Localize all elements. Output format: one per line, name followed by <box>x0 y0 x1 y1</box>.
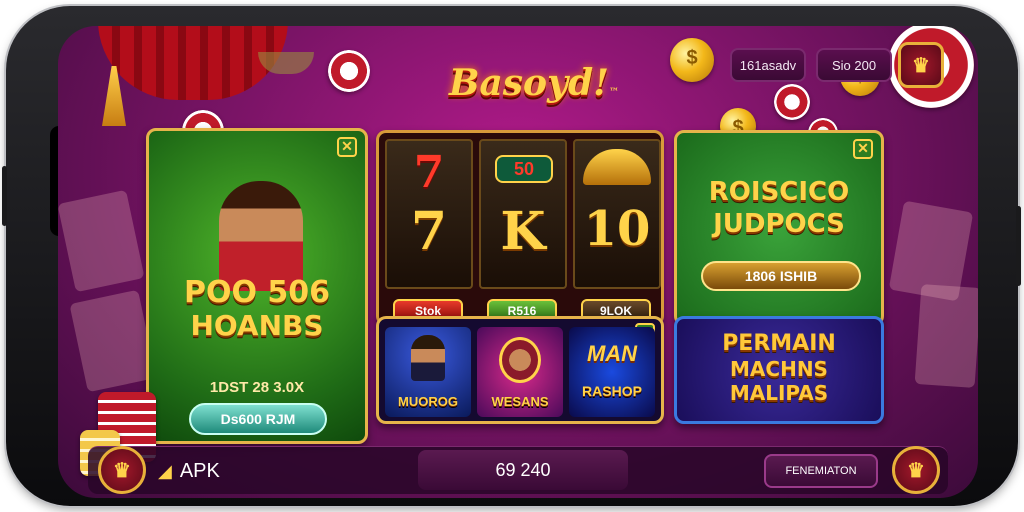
power-button <box>1016 206 1021 286</box>
header-pill-right[interactable]: Sio 200 <box>816 48 892 82</box>
logo-text: Basoyd! <box>449 62 609 104</box>
close-icon[interactable]: ✕ <box>337 137 357 157</box>
reel-symbol: 7 <box>410 201 448 262</box>
reel-2: 50 K <box>479 139 567 289</box>
game-tile-avatar <box>411 335 445 381</box>
game-tile-label: MUOROG <box>398 394 458 409</box>
apk-link[interactable]: ◢ APK <box>158 458 220 484</box>
reel-1: 7 7 <box>385 139 473 289</box>
card-decoration <box>914 284 978 388</box>
reel-3: 10 <box>573 139 661 289</box>
game-tile-avatar <box>499 337 541 383</box>
reel-symbol: 10 <box>583 201 651 257</box>
promo-title-line2: JUDPOCS <box>713 209 845 239</box>
bottom-left-badge-button[interactable]: ♛ <box>98 446 146 494</box>
reel-symbol: 7 <box>413 147 445 198</box>
crown-badge-icon: ♛ <box>907 459 925 482</box>
machines-line1: PERMAIN <box>722 331 836 356</box>
app-logo: Basoyd!™ <box>444 62 624 116</box>
volume-button <box>2 166 7 226</box>
triangle-icon: ◢ <box>158 460 172 481</box>
header-pill-left[interactable]: 161asadv <box>730 48 806 82</box>
bottom-right-badge-button[interactable]: ♛ <box>892 446 940 494</box>
reel-badge-value: 50 <box>513 159 535 179</box>
balance-display[interactable]: 69 240 <box>418 450 628 490</box>
promo-title-line1: ROISCICO <box>708 177 850 207</box>
header-menu-button[interactable]: ♛ <box>898 42 944 88</box>
promo-button[interactable]: 1806 ISHIB <box>701 261 861 291</box>
crown-badge-icon: ♛ <box>113 459 131 482</box>
machines-line2: MACHNS <box>730 357 828 381</box>
trademark-mark: ™ <box>608 87 619 98</box>
close-icon[interactable]: ✕ <box>853 139 873 159</box>
game-tile[interactable]: MAN RASHOP <box>569 327 655 417</box>
balance-value: 69 240 <box>495 459 551 480</box>
game-screen: Basoyd!™ 161asadv Sio 200 ♛ ✕ POO 506 HO… <box>58 26 978 498</box>
featured-card[interactable]: ✕ POO 506 HOANBS 1DST 28 3.0X Ds600 RJM <box>146 128 368 444</box>
bottom-right-button-label: FENEMIATON <box>785 465 857 477</box>
promo-card[interactable]: ✕ ROISCICO JUDPOCS 1806 ISHIB <box>674 130 884 326</box>
game-tile[interactable]: WESANS <box>477 327 563 417</box>
reel-symbol: K <box>500 201 546 262</box>
slot-machine-card[interactable]: ✕ 7 7 50 K 10 Stok R516 9LOK <box>376 130 664 326</box>
header-pill-right-label: Sio 200 <box>831 57 877 73</box>
crown-badge-icon: ♛ <box>912 54 930 77</box>
game-tile-label: RASHOP <box>582 383 642 399</box>
header-pill-left-label: 161asadv <box>739 57 797 73</box>
featured-play-button[interactable]: Ds600 RJM <box>189 403 327 435</box>
featured-play-label: Ds600 RJM <box>220 411 296 427</box>
card-decoration <box>58 189 145 293</box>
machines-line3: MALIPAS <box>729 381 829 405</box>
phone-frame: Basoyd!™ 161asadv Sio 200 ♛ ✕ POO 506 HO… <box>2 6 1021 506</box>
game-tile[interactable]: MUOROG <box>385 327 471 417</box>
game-tile-label: WESANS <box>491 394 549 409</box>
promo-button-label: 1806 ISHIB <box>744 268 818 284</box>
reel-badge: 50 <box>495 155 553 183</box>
bottom-right-button[interactable]: FENEMIATON <box>764 454 878 488</box>
gold-coin-icon <box>670 38 714 82</box>
featured-title-line1: POO 506 <box>183 275 331 310</box>
poker-chip-icon <box>774 84 810 120</box>
apk-label-text: APK <box>179 459 220 482</box>
featured-subtitle: 1DST 28 3.0X <box>209 379 305 396</box>
card-decoration <box>69 289 157 393</box>
reel-dome <box>583 149 651 185</box>
games-card: ✕ MUOROG WESANS MAN RASHOP <box>376 316 664 424</box>
curtain-decoration <box>98 26 288 100</box>
game-tile-header: MAN <box>586 341 638 366</box>
machines-card[interactable]: PERMAIN MACHNS MALIPAS <box>674 316 884 424</box>
poker-chip-icon <box>322 44 376 98</box>
featured-title-line2: HOANBS <box>190 309 324 342</box>
